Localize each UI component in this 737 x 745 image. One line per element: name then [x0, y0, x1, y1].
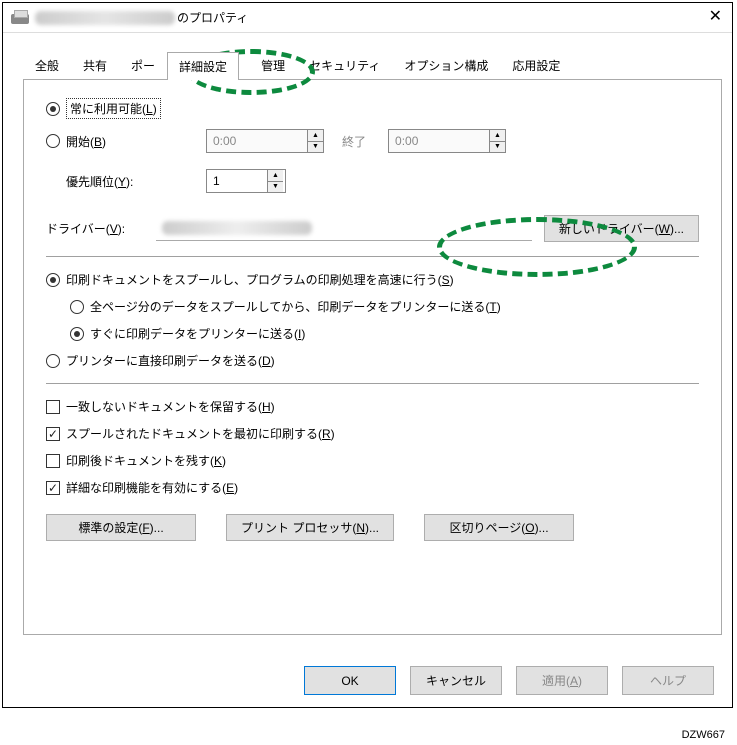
arrow-up-icon[interactable]: ▲ [308, 130, 323, 142]
tab-port[interactable]: ポー [119, 51, 167, 79]
input-end-time[interactable] [389, 130, 489, 152]
input-priority[interactable] [207, 170, 267, 192]
check-first[interactable] [46, 427, 60, 441]
label-allpages: 全ページ分のデータをスプールしてから、印刷データをプリンターに送る(T) [90, 298, 501, 315]
tab-strip: 全般 共有 ポー 詳細設定 管理 セキュリティ オプション構成 応用設定 [23, 51, 722, 79]
row-adv: 詳細な印刷機能を有効にする(E) [46, 479, 699, 496]
spinner-start-time[interactable]: ▲ ▼ [206, 129, 324, 153]
row-spool-allpages: 全ページ分のデータをスプールしてから、印刷データをプリンターに送る(T) [70, 298, 699, 315]
radio-always-available[interactable] [46, 102, 60, 116]
label-end: 終了 [342, 133, 366, 150]
spinner-arrows-priority: ▲ ▼ [267, 170, 283, 192]
bottom-buttons: 標準の設定(F)... プリント プロセッサ(N)... 区切りページ(O)..… [46, 514, 699, 541]
tab-advanced[interactable]: 詳細設定 [167, 52, 239, 80]
label-adv: 詳細な印刷機能を有効にする(E) [66, 479, 238, 496]
spinner-arrows-end: ▲ ▼ [489, 130, 505, 152]
tab-panel-advanced: 常に利用可能(L) 開始(B) ▲ ▼ 終了 ▲ ▼ [23, 79, 722, 635]
radio-immediate[interactable] [70, 327, 84, 341]
tab-general[interactable]: 全般 [23, 51, 71, 79]
row-hold: 一致しないドキュメントを保留する(H) [46, 398, 699, 415]
row-always-available: 常に利用可能(L) [46, 98, 699, 119]
spinner-priority[interactable]: ▲ ▼ [206, 169, 286, 193]
label-priority: 優先順位(Y): [66, 173, 206, 190]
radio-spool[interactable] [46, 273, 60, 287]
row-priority: 優先順位(Y): ▲ ▼ [46, 169, 699, 193]
tab-security[interactable]: セキュリティ [297, 51, 392, 79]
dialog-buttons: OK キャンセル 適用(A) ヘルプ [304, 666, 714, 695]
radio-start-time[interactable] [46, 134, 60, 148]
apply-button[interactable]: 適用(A) [516, 666, 608, 695]
arrow-down-icon[interactable]: ▼ [308, 142, 323, 153]
label-first: スプールされたドキュメントを最初に印刷する(R) [66, 425, 335, 442]
label-always-available: 常に利用可能(L) [66, 98, 161, 119]
print-processor-button[interactable]: プリント プロセッサ(N)... [226, 514, 394, 541]
new-driver-button[interactable]: 新しいドライバー(W)... [544, 215, 699, 242]
row-direct: プリンターに直接印刷データを送る(D) [46, 352, 699, 369]
spinner-arrows: ▲ ▼ [307, 130, 323, 152]
arrow-up-icon[interactable]: ▲ [268, 170, 283, 182]
spinner-end-time[interactable]: ▲ ▼ [388, 129, 506, 153]
divider [46, 383, 699, 384]
row-spool: 印刷ドキュメントをスプールし、プログラムの印刷処理を高速に行う(S) [46, 271, 699, 288]
label-start: 開始(B) [66, 133, 206, 150]
image-id: DZW667 [682, 729, 725, 741]
printer-name-redacted [35, 11, 175, 25]
titlebar: のプロパティ ✕ [3, 3, 732, 33]
printer-icon [11, 10, 29, 26]
dialog-window: のプロパティ ✕ 全般 共有 ポー 詳細設定 管理 セキュリティ オプション構成… [2, 2, 733, 708]
row-first: スプールされたドキュメントを最初に印刷する(R) [46, 425, 699, 442]
cancel-button[interactable]: キャンセル [410, 666, 502, 695]
tab-manage[interactable]: 管理 [249, 51, 297, 79]
check-keep[interactable] [46, 454, 60, 468]
tab-share[interactable]: 共有 [71, 51, 119, 79]
divider [46, 256, 699, 257]
check-adv[interactable] [46, 481, 60, 495]
tab-app[interactable]: 応用設定 [500, 51, 572, 79]
help-button[interactable]: ヘルプ [622, 666, 714, 695]
tab-option[interactable]: オプション構成 [392, 51, 500, 79]
title-suffix: のプロパティ [177, 9, 248, 26]
tab-hidden[interactable] [239, 68, 249, 79]
close-icon[interactable]: ✕ [709, 9, 722, 25]
check-hold[interactable] [46, 400, 60, 414]
label-driver: ドライバー(V): [46, 220, 156, 237]
ok-button[interactable]: OK [304, 666, 396, 695]
input-start-time[interactable] [207, 130, 307, 152]
radio-direct[interactable] [46, 354, 60, 368]
radio-allpages[interactable] [70, 300, 84, 314]
row-keep: 印刷後ドキュメントを残す(K) [46, 452, 699, 469]
label-direct: プリンターに直接印刷データを送る(D) [66, 352, 275, 369]
arrow-up-icon[interactable]: ▲ [490, 130, 505, 142]
label-keep: 印刷後ドキュメントを残す(K) [66, 452, 226, 469]
label-immediate: すぐに印刷データをプリンターに送る(I) [90, 325, 305, 342]
arrow-down-icon[interactable]: ▼ [490, 142, 505, 153]
separator-page-button[interactable]: 区切りページ(O)... [424, 514, 574, 541]
label-spool: 印刷ドキュメントをスプールし、プログラムの印刷処理を高速に行う(S) [66, 271, 454, 288]
row-driver: ドライバー(V): 新しいドライバー(W)... [46, 215, 699, 242]
row-spool-immediate: すぐに印刷データをプリンターに送る(I) [70, 325, 699, 342]
driver-name-redacted [162, 221, 312, 235]
arrow-down-icon[interactable]: ▼ [268, 182, 283, 193]
driver-select[interactable] [156, 217, 532, 241]
row-start-time: 開始(B) ▲ ▼ 終了 ▲ ▼ [46, 129, 699, 153]
defaults-button[interactable]: 標準の設定(F)... [46, 514, 196, 541]
label-hold: 一致しないドキュメントを保留する(H) [66, 398, 275, 415]
